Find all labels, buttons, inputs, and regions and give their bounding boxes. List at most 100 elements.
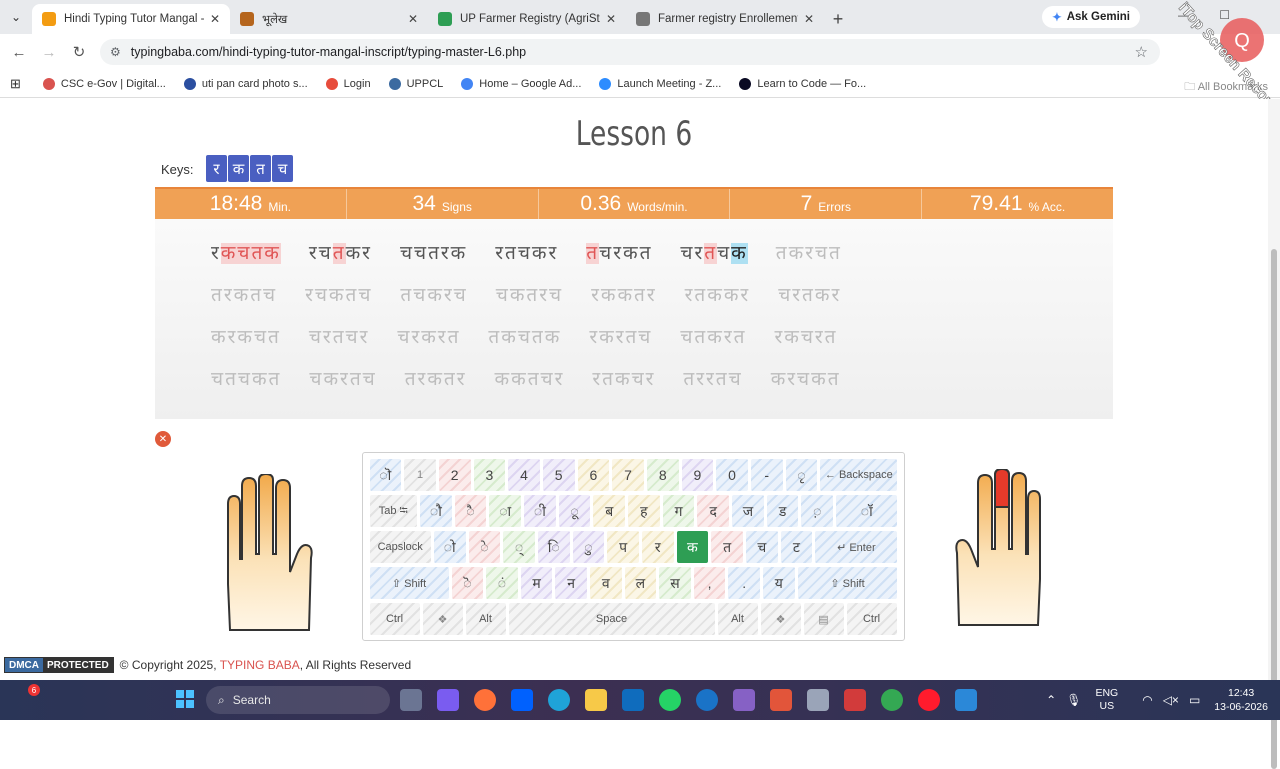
clock[interactable]: 12:43 13-06-2026 xyxy=(1214,686,1268,714)
bookmark-item[interactable]: Launch Meeting - Z... xyxy=(599,77,721,90)
key-ctrl[interactable]: Ctrl xyxy=(369,603,420,635)
key-char[interactable]: ो xyxy=(433,531,466,563)
key-char[interactable]: क xyxy=(676,531,709,563)
key-6[interactable]: 6 xyxy=(577,459,610,491)
key-char[interactable]: ग xyxy=(662,495,695,527)
key-char[interactable]: ृ xyxy=(785,459,818,491)
back-icon[interactable]: ← xyxy=(4,44,34,61)
key-char[interactable]: ▤ xyxy=(803,603,844,635)
key-char[interactable]: . xyxy=(728,567,761,599)
volume-icon[interactable]: ◁× xyxy=(1163,693,1179,707)
browser-tab[interactable]: भूलेख ✕ xyxy=(230,4,428,34)
key-char[interactable]: ि xyxy=(537,531,570,563)
close-tab-icon[interactable]: ✕ xyxy=(210,12,220,26)
key-7[interactable]: 7 xyxy=(612,459,644,491)
key-char[interactable]: ़ xyxy=(801,495,834,527)
key-alt[interactable]: Alt xyxy=(717,603,758,635)
bookmark-item[interactable]: CSC e-Gov | Digital... xyxy=(42,77,166,90)
key-char[interactable]: व xyxy=(589,567,622,599)
key-5[interactable]: 5 xyxy=(542,459,575,491)
key-char[interactable]: त xyxy=(711,531,743,563)
apps-grid-icon[interactable]: ⊞ xyxy=(10,76,21,92)
key-char[interactable]: ड xyxy=(766,495,799,527)
site-info-icon[interactable]: ⚙ xyxy=(110,45,121,59)
outlook-icon[interactable] xyxy=(622,689,644,711)
key-ctrl[interactable]: Ctrl xyxy=(846,603,897,635)
hp-icon[interactable] xyxy=(696,689,718,711)
wifi-icon[interactable]: ◠ xyxy=(1142,693,1152,707)
key-0[interactable]: 0 xyxy=(716,459,748,491)
key-char[interactable]: स xyxy=(659,567,691,599)
forward-icon[interactable]: → xyxy=(34,44,64,61)
key-char[interactable]: ै xyxy=(454,495,487,527)
key-char[interactable]: न xyxy=(555,567,587,599)
dropbox-icon[interactable] xyxy=(511,689,533,711)
key-4[interactable]: 4 xyxy=(508,459,540,491)
ask-gemini-button[interactable]: ✦ Ask Gemini xyxy=(1042,6,1140,28)
key-char[interactable]: ❖ xyxy=(422,603,463,635)
tab-search-chevron-icon[interactable]: ⌄ xyxy=(0,0,32,34)
chrome-icon[interactable] xyxy=(881,689,903,711)
all-bookmarks[interactable]: 🗀 All Bookmarks xyxy=(1184,78,1268,97)
key-char[interactable]: ॉ xyxy=(836,495,898,527)
browser-tab[interactable]: Hindi Typing Tutor Mangal - Ins ✕ xyxy=(32,4,230,34)
key-enter[interactable]: ↵ Enter xyxy=(815,531,898,563)
copilot-icon[interactable] xyxy=(437,689,459,711)
visual-studio-icon[interactable] xyxy=(733,689,755,711)
office-icon[interactable] xyxy=(770,689,792,711)
key-backspace[interactable]: ← Backspace xyxy=(820,459,898,491)
typing-text-area[interactable]: रकचतक रचतकर चचतरक रतचकर तचरकत चरतचक तकरचत तरकत… xyxy=(155,219,1113,419)
sound-mute-icon[interactable]: ✕ xyxy=(155,431,171,447)
key-char[interactable]: - xyxy=(750,459,783,491)
key-char[interactable]: प xyxy=(607,531,639,563)
page-scrollbar[interactable] xyxy=(1268,99,1280,769)
reload-icon[interactable]: ↻ xyxy=(64,43,94,61)
key-char[interactable]: ब xyxy=(593,495,626,527)
bookmark-item[interactable]: uti pan card photo s... xyxy=(183,77,308,90)
brand-link[interactable]: TYPING BABA xyxy=(220,658,300,672)
bookmark-item[interactable]: Learn to Code — Fo... xyxy=(739,77,866,90)
battery-icon[interactable]: ▭ xyxy=(1189,693,1200,707)
app-icon[interactable] xyxy=(807,689,829,711)
key-char[interactable]: ज xyxy=(732,495,764,527)
key-alt[interactable]: Alt xyxy=(465,603,506,635)
chevron-up-icon[interactable]: ⌃ xyxy=(1046,693,1056,707)
key-char[interactable]: ॊ xyxy=(369,459,402,491)
windows-start-icon[interactable] xyxy=(176,690,194,708)
key-char[interactable]: ❖ xyxy=(760,603,801,635)
key-shift[interactable]: ⇧ Shift xyxy=(369,567,449,599)
key-char[interactable]: ल xyxy=(624,567,657,599)
whatsapp-icon[interactable] xyxy=(659,689,681,711)
bookmark-item[interactable]: UPPCL xyxy=(388,77,443,90)
key-char[interactable]: ट xyxy=(780,531,813,563)
key-char[interactable]: य xyxy=(763,567,795,599)
key-2[interactable]: 2 xyxy=(438,459,471,491)
opera-icon[interactable] xyxy=(918,689,940,711)
pinned-app-icon[interactable] xyxy=(955,689,977,711)
key-char[interactable]: , xyxy=(693,567,726,599)
bookmark-star-icon[interactable]: ☆ xyxy=(1135,43,1148,61)
key-3[interactable]: 3 xyxy=(473,459,506,491)
key-8[interactable]: 8 xyxy=(646,459,679,491)
close-tab-icon[interactable]: ✕ xyxy=(408,12,418,26)
browser-tab[interactable]: UP Farmer Registry (AgriStack) | ✕ xyxy=(428,4,626,34)
edge-icon[interactable] xyxy=(548,689,570,711)
key-space[interactable]: Space xyxy=(508,603,715,635)
key-char[interactable]: ् xyxy=(503,531,535,563)
key-char[interactable]: ह xyxy=(628,495,660,527)
key-char[interactable]: ं xyxy=(486,567,518,599)
maximize-icon[interactable]: ☐ xyxy=(1219,8,1230,22)
key-shift[interactable]: ⇧ Shift xyxy=(797,567,898,599)
key-char[interactable]: ू xyxy=(558,495,591,527)
taskbar-search[interactable]: ⌕ Search xyxy=(206,686,390,714)
new-tab-button[interactable]: + xyxy=(824,4,852,34)
key-1[interactable]: 1 xyxy=(404,459,436,491)
key-char[interactable]: ॆ xyxy=(451,567,484,599)
bookmark-item[interactable]: Home – Google Ad... xyxy=(461,77,581,90)
key-9[interactable]: 9 xyxy=(681,459,714,491)
browser-tab[interactable]: Farmer registry Enrollement Da ✕ xyxy=(626,4,824,34)
key-char[interactable]: ा xyxy=(489,495,522,527)
key-char[interactable]: च xyxy=(745,531,778,563)
dmca-badge[interactable]: DMCA PROTECTED xyxy=(4,657,114,673)
close-tab-icon[interactable]: ✕ xyxy=(606,12,616,26)
